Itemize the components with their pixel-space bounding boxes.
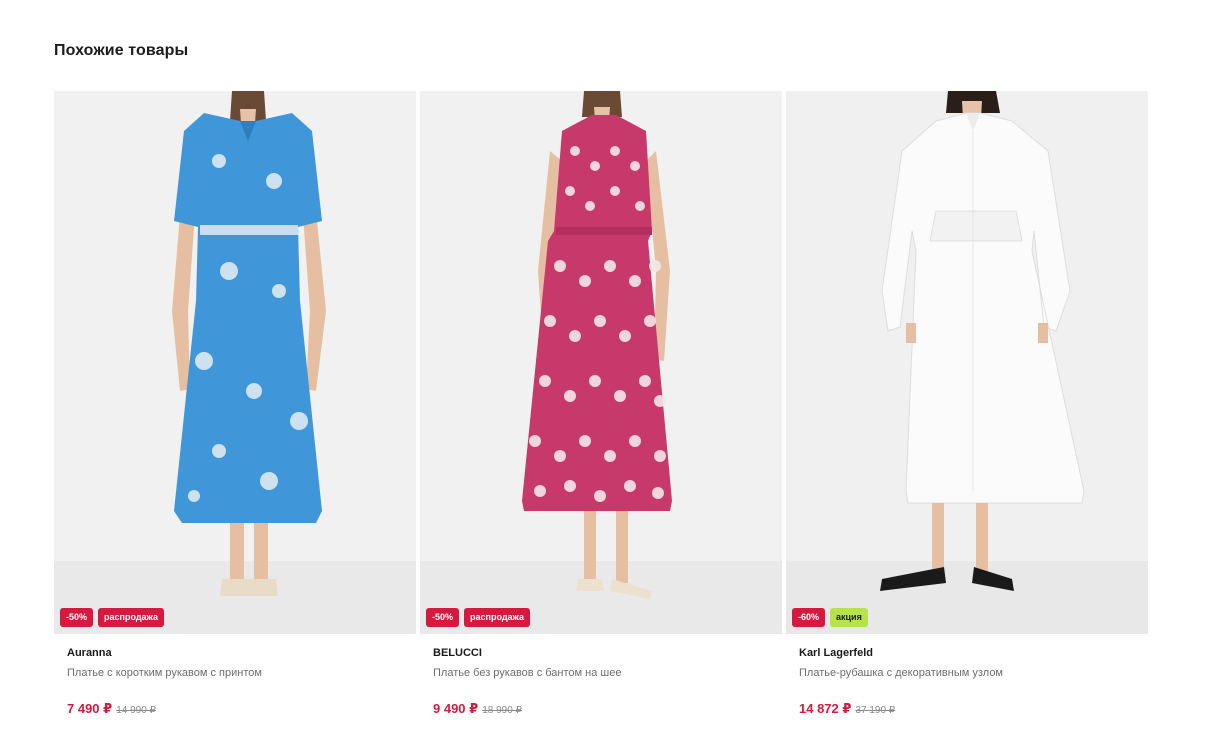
promo-badge: акция — [830, 608, 868, 627]
badge-group: -60% акция — [792, 608, 868, 627]
old-price: 14 990 ₽ — [116, 705, 156, 716]
discount-badge: -60% — [792, 608, 826, 627]
discount-badge: -50% — [60, 608, 94, 627]
product-brand[interactable]: Auranna — [67, 647, 403, 659]
product-name[interactable]: Платье-рубашка с декоративным узлом — [799, 667, 1135, 679]
product-name[interactable]: Платье с коротким рукавом с принтом — [67, 667, 403, 679]
dress-photo-white — [786, 91, 1148, 634]
sale-badge: распродажа — [98, 608, 165, 627]
badge-group: -50% распродажа — [60, 608, 165, 627]
product-card[interactable]: -50% распродажа Auranna Платье с коротки… — [54, 91, 416, 717]
old-price: 37 190 ₽ — [855, 705, 896, 716]
discount-badge: -50% — [426, 608, 460, 627]
product-name[interactable]: Платье без рукавов с бантом на шее — [433, 667, 769, 679]
product-image[interactable]: -60% акция — [786, 91, 1148, 634]
product-brand[interactable]: BELUCCI — [433, 647, 769, 659]
current-price: 14 872 ₽ — [799, 701, 852, 716]
old-price: 18 990 ₽ — [482, 705, 522, 716]
dress-photo-pink — [420, 91, 782, 634]
product-image[interactable]: -50% распродажа — [420, 91, 782, 634]
section-title: Похожие товары — [54, 42, 189, 59]
dress-photo-blue — [54, 91, 416, 634]
current-price: 7 490 ₽ — [67, 701, 113, 716]
price-row: 14 872 ₽ 37 190 ₽ — [799, 701, 1135, 717]
price-row: 9 490 ₽ 18 990 ₽ — [433, 701, 769, 717]
badge-group: -50% распродажа — [426, 608, 531, 627]
price-row: 7 490 ₽ 14 990 ₽ — [67, 701, 403, 717]
product-grid: -50% распродажа Auranna Платье с коротки… — [54, 91, 1148, 717]
current-price: 9 490 ₽ — [433, 701, 479, 716]
product-brand[interactable]: Karl Lagerfeld — [799, 647, 1135, 659]
product-image[interactable]: -50% распродажа — [54, 91, 416, 634]
product-card[interactable]: -50% распродажа BELUCCI Платье без рукав… — [420, 91, 782, 717]
product-card[interactable]: -60% акция Karl Lagerfeld Платье-рубашка… — [786, 91, 1148, 717]
sale-badge: распродажа — [464, 608, 531, 627]
similar-products-section: Похожие товары -50% распродажа Auranna П… — [0, 0, 1207, 753]
